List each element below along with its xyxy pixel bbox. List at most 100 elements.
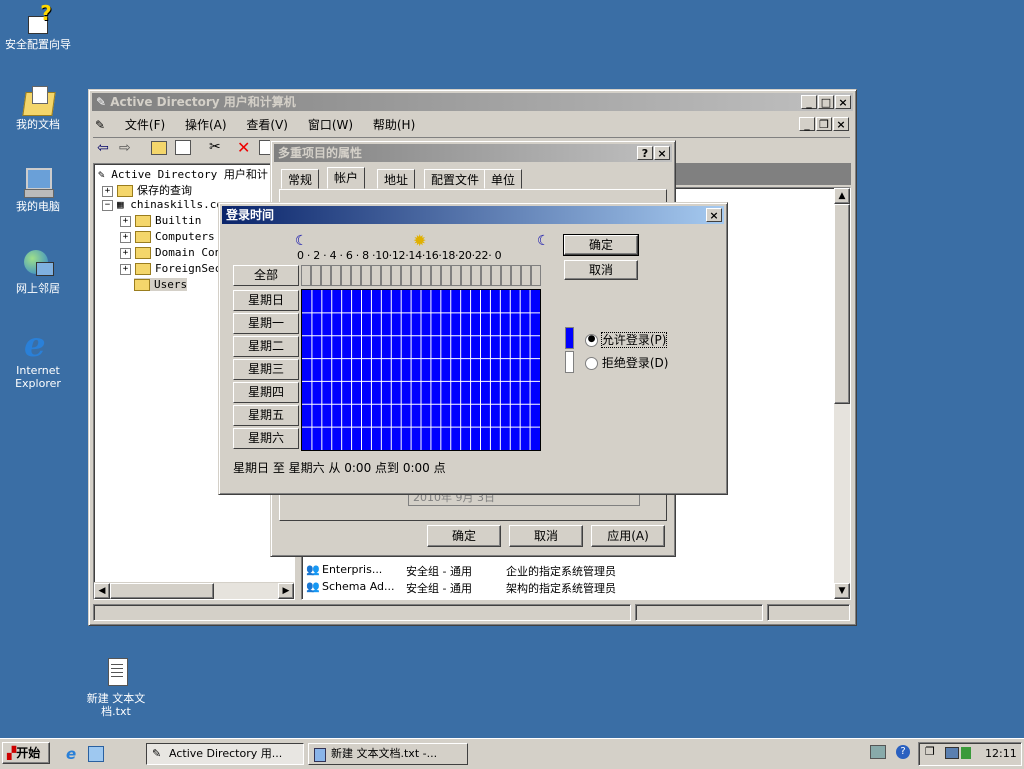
- properties-titlebar[interactable]: 多重项目的属性 ? ×: [274, 144, 672, 162]
- hours-grid-cells[interactable]: [302, 290, 540, 450]
- forward-icon[interactable]: ⇨: [119, 140, 131, 156]
- desktop-icon-internet-explorer[interactable]: e Internet Explorer: [0, 328, 76, 390]
- logon-hours-titlebar[interactable]: 登录时间 ×: [222, 206, 724, 224]
- close-button[interactable]: ×: [706, 208, 722, 222]
- desktop-icon-network[interactable]: 网上邻居: [0, 248, 76, 295]
- scroll-up-button[interactable]: ▲: [834, 188, 850, 204]
- desktop-icon-text-file[interactable]: 新建 文本文档.txt: [78, 658, 154, 718]
- child-minimize-button[interactable]: _: [799, 117, 815, 131]
- ad-window-titlebar[interactable]: ✎ Active Directory 用户和计算机 _ □ ×: [92, 93, 853, 111]
- start-button[interactable]: ▞开始: [2, 742, 50, 764]
- deny-color-swatch: [565, 351, 574, 373]
- minimize-button[interactable]: _: [801, 95, 817, 109]
- day-button-friday[interactable]: 星期五: [233, 405, 299, 426]
- day-button-saturday[interactable]: 星期六: [233, 428, 299, 449]
- day-button-tuesday[interactable]: 星期二: [233, 336, 299, 357]
- tree-root[interactable]: ✎ Active Directory 用户和计: [98, 166, 268, 182]
- tab-general[interactable]: 常规: [281, 169, 320, 189]
- menu-file[interactable]: 文件(F): [125, 118, 165, 132]
- cancel-button[interactable]: 取消: [509, 525, 583, 547]
- tree-item-domain-controllers[interactable]: + Domain Cont: [120, 246, 228, 259]
- collapse-icon: −: [102, 199, 113, 211]
- scroll-thumb[interactable]: [834, 204, 850, 404]
- close-button[interactable]: ×: [654, 146, 670, 160]
- hour-column-buttons[interactable]: [301, 265, 541, 286]
- ad-snapin-icon: ✎: [96, 95, 107, 109]
- tab-organization[interactable]: 单位: [484, 169, 523, 189]
- hour-column-header[interactable]: [301, 265, 541, 286]
- scroll-down-button[interactable]: ▼: [834, 583, 850, 599]
- list-vscrollbar[interactable]: ▲ ▼: [834, 188, 850, 599]
- desktop-icon-my-computer[interactable]: 我的电脑: [0, 166, 76, 213]
- expand-icon: +: [120, 215, 131, 227]
- menu-window[interactable]: 窗口(W): [308, 118, 353, 132]
- taskbar-item-notepad[interactable]: 新建 文本文档.txt -...: [308, 743, 468, 765]
- hour-column-button: [411, 265, 421, 286]
- quicklaunch-explorer-icon[interactable]: [88, 746, 104, 762]
- delete-icon[interactable]: ✕: [237, 138, 250, 157]
- taskbar-item-ad[interactable]: ✎ Active Directory 用...: [146, 743, 304, 765]
- select-all-button[interactable]: 全部: [233, 265, 299, 286]
- deny-logon-radio[interactable]: 拒绝登录(D): [585, 354, 668, 371]
- close-button[interactable]: ×: [835, 95, 851, 109]
- day-button-sunday[interactable]: 星期日: [233, 290, 299, 311]
- child-restore-button[interactable]: ❐: [816, 117, 832, 131]
- help-button[interactable]: ?: [637, 146, 653, 160]
- tree-item-computers[interactable]: + Computers: [120, 230, 215, 243]
- day-button-monday[interactable]: 星期一: [233, 313, 299, 334]
- tree-item-builtin[interactable]: + Builtin: [120, 214, 201, 227]
- cancel-button[interactable]: 取消: [564, 260, 638, 280]
- menu-action[interactable]: 操作(A): [185, 118, 227, 132]
- tray-clock[interactable]: 12:11: [985, 747, 1017, 760]
- list-row[interactable]: 👥 Enterpris... 安全组 - 通用 企业的指定系统管理员: [306, 563, 826, 579]
- cut-icon[interactable]: ✂: [209, 139, 221, 155]
- text-file-icon: [100, 658, 132, 690]
- tab-strip: 常规 帐户 地址 配置文件 单位: [281, 167, 661, 189]
- quicklaunch-ie-icon[interactable]: e: [66, 745, 76, 763]
- ok-button[interactable]: 确定: [563, 234, 639, 256]
- scroll-right-button[interactable]: ▶: [278, 583, 294, 599]
- back-icon[interactable]: ⇦: [97, 140, 109, 156]
- day-button-thursday[interactable]: 星期四: [233, 382, 299, 403]
- tree-hscrollbar[interactable]: ◀ ▶: [94, 582, 294, 599]
- show-tree-icon[interactable]: [175, 140, 191, 155]
- moon-icon: ☾: [537, 233, 550, 249]
- day-grid-area: 全部 星期日 星期一 星期二 星期三 星期四 星期五 星期六: [233, 265, 543, 453]
- apply-button[interactable]: 应用(A): [591, 525, 665, 547]
- tray-window-icon[interactable]: ❐: [925, 745, 935, 758]
- scroll-left-button[interactable]: ◀: [94, 583, 110, 599]
- sun-icon: ✹: [413, 231, 427, 250]
- tree-item-foreign-security[interactable]: + ForeignSecu: [120, 262, 228, 275]
- folder-icon: [135, 215, 151, 227]
- tray-security-icon[interactable]: [961, 747, 971, 759]
- list-row[interactable]: 👥 Schema Ad... 安全组 - 通用 架构的指定系统管理员: [306, 580, 826, 596]
- menu-help[interactable]: 帮助(H): [373, 118, 415, 132]
- up-folder-icon[interactable]: [151, 141, 167, 155]
- hour-column-button: [321, 265, 331, 286]
- tree-item-saved-queries[interactable]: + 保存的查询: [102, 182, 192, 198]
- console-icon: ✎: [95, 118, 106, 132]
- tray-monitor-icon[interactable]: [945, 747, 959, 759]
- tree-item-domain[interactable]: − ▦ chinaskills.co: [102, 198, 223, 211]
- row-name: Enterpris...: [322, 563, 383, 576]
- menu-view[interactable]: 查看(V): [246, 118, 288, 132]
- child-close-button[interactable]: ×: [833, 117, 849, 131]
- tab-account[interactable]: 帐户: [327, 167, 366, 189]
- logon-hours-grid[interactable]: [301, 289, 541, 451]
- permit-logon-radio[interactable]: ● 允许登录(P): [585, 331, 668, 348]
- tree-item-users[interactable]: Users: [134, 278, 188, 291]
- scroll-thumb[interactable]: [110, 583, 214, 599]
- status-bar: [93, 604, 850, 621]
- day-button-wednesday[interactable]: 星期三: [233, 359, 299, 380]
- desktop-icon-security-wizard[interactable]: ? 安全配置向导: [0, 3, 76, 51]
- hour-column-button: [341, 265, 351, 286]
- maximize-button[interactable]: □: [818, 95, 834, 109]
- tab-address[interactable]: 地址: [377, 169, 416, 189]
- tray-help-icon[interactable]: ?: [896, 745, 910, 759]
- group-icon: 👥: [306, 563, 320, 576]
- hour-column-button: [451, 265, 461, 286]
- desktop-icon-my-documents[interactable]: 我的文档: [0, 84, 76, 131]
- ok-button[interactable]: 确定: [427, 525, 501, 547]
- tab-profile[interactable]: 配置文件: [424, 169, 487, 189]
- tray-network-icon[interactable]: [870, 745, 886, 759]
